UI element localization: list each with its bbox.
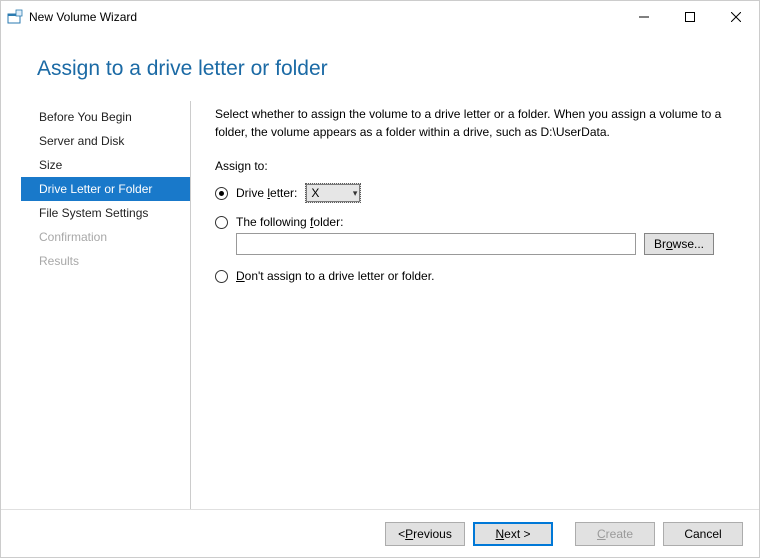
previous-button[interactable]: < Previous (385, 522, 465, 546)
create-button: Create (575, 522, 655, 546)
radio-drive-letter[interactable] (215, 187, 228, 200)
close-button[interactable] (713, 2, 759, 32)
browse-button[interactable]: Browse... (644, 233, 714, 255)
step-results: Results (21, 249, 190, 273)
description-text: Select whether to assign the volume to a… (215, 105, 735, 141)
footer-buttons: < Previous Next > Create Cancel (1, 509, 759, 557)
content-area: Assign to a drive letter or folder Befor… (1, 33, 759, 509)
wizard-steps-sidebar: Before You Begin Server and Disk Size Dr… (21, 101, 191, 509)
folder-input-row: Browse... (236, 233, 735, 255)
folder-path-input[interactable] (236, 233, 636, 255)
cancel-button[interactable]: Cancel (663, 522, 743, 546)
step-size[interactable]: Size (21, 153, 190, 177)
wizard-icon (7, 9, 23, 25)
radio-following-folder[interactable] (215, 216, 228, 229)
option-drive-letter[interactable]: Drive letter: X ▾ (215, 183, 735, 203)
chevron-down-icon: ▾ (353, 188, 358, 199)
following-folder-label: The following folder: (236, 215, 343, 229)
page-heading: Assign to a drive letter or folder (1, 33, 759, 101)
drive-letter-label: Drive letter: (236, 186, 297, 200)
maximize-button[interactable] (667, 2, 713, 32)
titlebar: New Volume Wizard (1, 1, 759, 33)
option-following-folder[interactable]: The following folder: (215, 215, 735, 229)
step-file-system-settings[interactable]: File System Settings (21, 201, 190, 225)
step-server-and-disk[interactable]: Server and Disk (21, 129, 190, 153)
drive-letter-value: X (311, 186, 319, 200)
dont-assign-label: Don't assign to a drive letter or folder… (236, 269, 434, 283)
step-drive-letter-or-folder[interactable]: Drive Letter or Folder (21, 177, 190, 201)
next-button[interactable]: Next > (473, 522, 553, 546)
assign-to-label: Assign to: (215, 159, 735, 173)
step-before-you-begin[interactable]: Before You Begin (21, 105, 190, 129)
wizard-window: New Volume Wizard Assign to a drive lett… (0, 0, 760, 558)
minimize-button[interactable] (621, 2, 667, 32)
option-dont-assign[interactable]: Don't assign to a drive letter or folder… (215, 269, 735, 283)
main-panel: Select whether to assign the volume to a… (191, 101, 759, 509)
drive-letter-select[interactable]: X ▾ (305, 183, 361, 203)
radio-dont-assign[interactable] (215, 270, 228, 283)
step-confirmation: Confirmation (21, 225, 190, 249)
body: Before You Begin Server and Disk Size Dr… (1, 101, 759, 509)
window-title: New Volume Wizard (29, 10, 621, 24)
window-controls (621, 2, 759, 32)
